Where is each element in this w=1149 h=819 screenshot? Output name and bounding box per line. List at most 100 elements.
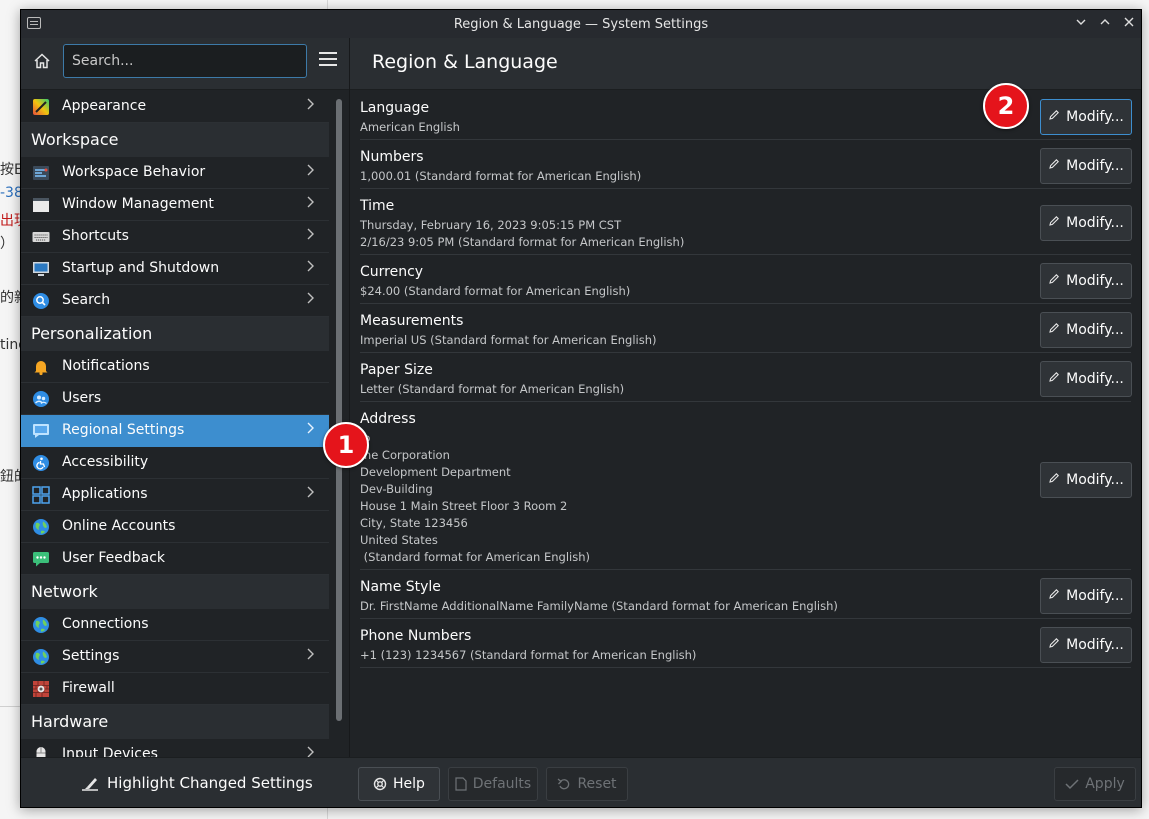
highlight-changed-settings-button[interactable]: Highlight Changed Settings: [81, 770, 313, 796]
setting-row-name-style: Name Style Dr. FirstName AdditionalName F…: [360, 570, 1132, 619]
modify-label: Modify...: [1066, 371, 1124, 387]
home-button[interactable]: [29, 48, 55, 74]
sidebar-item-accessibility[interactable]: Accessibility: [21, 447, 329, 479]
sidebar-item-label: Settings: [62, 648, 120, 664]
modify-button[interactable]: Modify...: [1040, 99, 1132, 135]
setting-row-phone-numbers: Phone Numbers +1 (123) 1234567 (Standard …: [360, 619, 1132, 668]
close-button[interactable]: [1119, 14, 1139, 34]
sidebar-item-firewall[interactable]: Firewall: [21, 673, 329, 705]
background-text: -38: [0, 185, 20, 201]
setting-value: +1 (123) 1234567 (Standard format for Am…: [360, 648, 697, 662]
feedback-icon: [32, 550, 50, 568]
sidebar-item-connections[interactable]: Connections: [21, 609, 329, 641]
bottom-bar: Highlight Changed Settings Help Defaults…: [21, 757, 1141, 807]
chevron-right-icon: [305, 163, 315, 181]
sidebar-item-shortcuts[interactable]: Shortcuts: [21, 221, 329, 253]
modify-button[interactable]: Modify...: [1040, 312, 1132, 348]
sidebar-item-input-devices[interactable]: Input Devices: [21, 739, 329, 757]
globe-icon: [32, 648, 50, 666]
search-input[interactable]: [63, 44, 307, 78]
pencil-icon: [1048, 215, 1060, 231]
setting-title: Numbers: [360, 149, 424, 165]
modify-button[interactable]: Modify...: [1040, 578, 1132, 614]
sidebar-item-startup-and-shutdown[interactable]: Startup and Shutdown: [21, 253, 329, 285]
sidebar-item-label: Search: [62, 292, 111, 308]
pencil-icon: [1048, 588, 1060, 604]
section-header-label: Personalization: [31, 324, 153, 343]
modify-button[interactable]: Modify...: [1040, 205, 1132, 241]
sidebar-section-header: Hardware: [21, 705, 329, 739]
accessibility-icon: [32, 454, 50, 472]
sidebar-item-notifications[interactable]: Notifications: [21, 351, 329, 383]
pencil-icon: [1048, 273, 1060, 289]
globe-icon: [32, 616, 50, 634]
undo-icon: [558, 778, 570, 790]
content-header: Region & Language: [350, 38, 1141, 90]
modify-label: Modify...: [1066, 588, 1124, 604]
section-header-label: Network: [31, 582, 98, 601]
sidebar-item-settings[interactable]: Settings: [21, 641, 329, 673]
chevron-right-icon: [305, 291, 315, 309]
chevron-right-icon: [305, 195, 315, 213]
sidebar-toolbar: [21, 38, 349, 90]
setting-value: Thursday, February 16, 2023 9:05:15 PM C…: [360, 218, 685, 249]
search-icon: [32, 292, 50, 310]
sidebar-item-users[interactable]: Users: [21, 383, 329, 415]
minimize-button[interactable]: [1071, 14, 1091, 34]
modify-button[interactable]: Modify...: [1040, 462, 1132, 498]
chevron-right-icon: [305, 227, 315, 245]
background-line: [0, 706, 22, 707]
title-bar: Region & Language — System Settings: [21, 10, 1141, 38]
pencil-icon: [1048, 371, 1060, 387]
modify-label: Modify...: [1066, 637, 1124, 653]
setting-title: Currency: [360, 264, 424, 280]
setting-title: Address: [360, 411, 416, 427]
sidebar-item-online-accounts[interactable]: Online Accounts: [21, 511, 329, 543]
chevron-right-icon: [305, 421, 315, 439]
setting-value: Imperial US (Standard format for America…: [360, 333, 657, 347]
sidebar-item-label: Startup and Shutdown: [62, 260, 220, 276]
reset-button[interactable]: Reset: [546, 767, 628, 801]
setting-value: $24.00 (Standard format for American Eng…: [360, 284, 631, 298]
modify-button[interactable]: Modify...: [1040, 627, 1132, 663]
modify-button[interactable]: Modify...: [1040, 263, 1132, 299]
chevron-right-icon: [305, 97, 315, 115]
background-text: 鈕的: [0, 469, 20, 485]
setting-row-numbers: Numbers 1,000.01 (Standard format for Ame…: [360, 140, 1132, 189]
sidebar-item-workspace-behavior[interactable]: Workspace Behavior: [21, 157, 329, 189]
setting-row-address: Address Jo me Corporation Development Dep…: [360, 402, 1132, 570]
sidebar-item-label: Applications: [62, 486, 148, 502]
chevron-down-icon: [1076, 19, 1086, 25]
modify-button[interactable]: Modify...: [1040, 148, 1132, 184]
workspace-behavior-icon: [32, 164, 50, 182]
defaults-button[interactable]: Defaults: [448, 767, 538, 801]
pencil-icon: [1048, 158, 1060, 174]
setting-value: 1,000.01 (Standard format for American E…: [360, 169, 642, 183]
sidebar-item-search[interactable]: Search: [21, 285, 329, 317]
chevron-right-icon: [305, 745, 315, 757]
maximize-button[interactable]: [1095, 14, 1115, 34]
sidebar-item-user-feedback[interactable]: User Feedback: [21, 543, 329, 575]
sidebar-item-label: Users: [62, 390, 102, 406]
setting-value: Letter (Standard format for American Eng…: [360, 382, 625, 396]
window-menu-icon[interactable]: [27, 17, 41, 29]
sidebar-item-regional-settings[interactable]: Regional Settings: [21, 415, 329, 447]
sidebar-item-label: Appearance: [62, 98, 147, 114]
check-icon: [1065, 779, 1079, 790]
page-title: Region & Language: [372, 51, 558, 73]
sidebar-item-appearance[interactable]: Appearance: [21, 91, 329, 123]
modify-label: Modify...: [1066, 109, 1124, 125]
mouse-icon: [32, 746, 50, 757]
apply-button[interactable]: Apply: [1054, 767, 1136, 801]
sidebar-scroll-thumb[interactable]: [336, 99, 342, 721]
modify-button[interactable]: Modify...: [1040, 361, 1132, 397]
sidebar-item-window-management[interactable]: Window Management: [21, 189, 329, 221]
hamburger-menu-button[interactable]: [319, 52, 337, 68]
setting-title: Measurements: [360, 313, 464, 329]
sidebar-section-header: Network: [21, 575, 329, 609]
background-text: ）: [0, 236, 14, 252]
section-header-label: Workspace: [31, 130, 119, 149]
sidebar-item-applications[interactable]: Applications: [21, 479, 329, 511]
help-button[interactable]: Help: [358, 767, 440, 801]
pencil-icon: [1048, 322, 1060, 338]
